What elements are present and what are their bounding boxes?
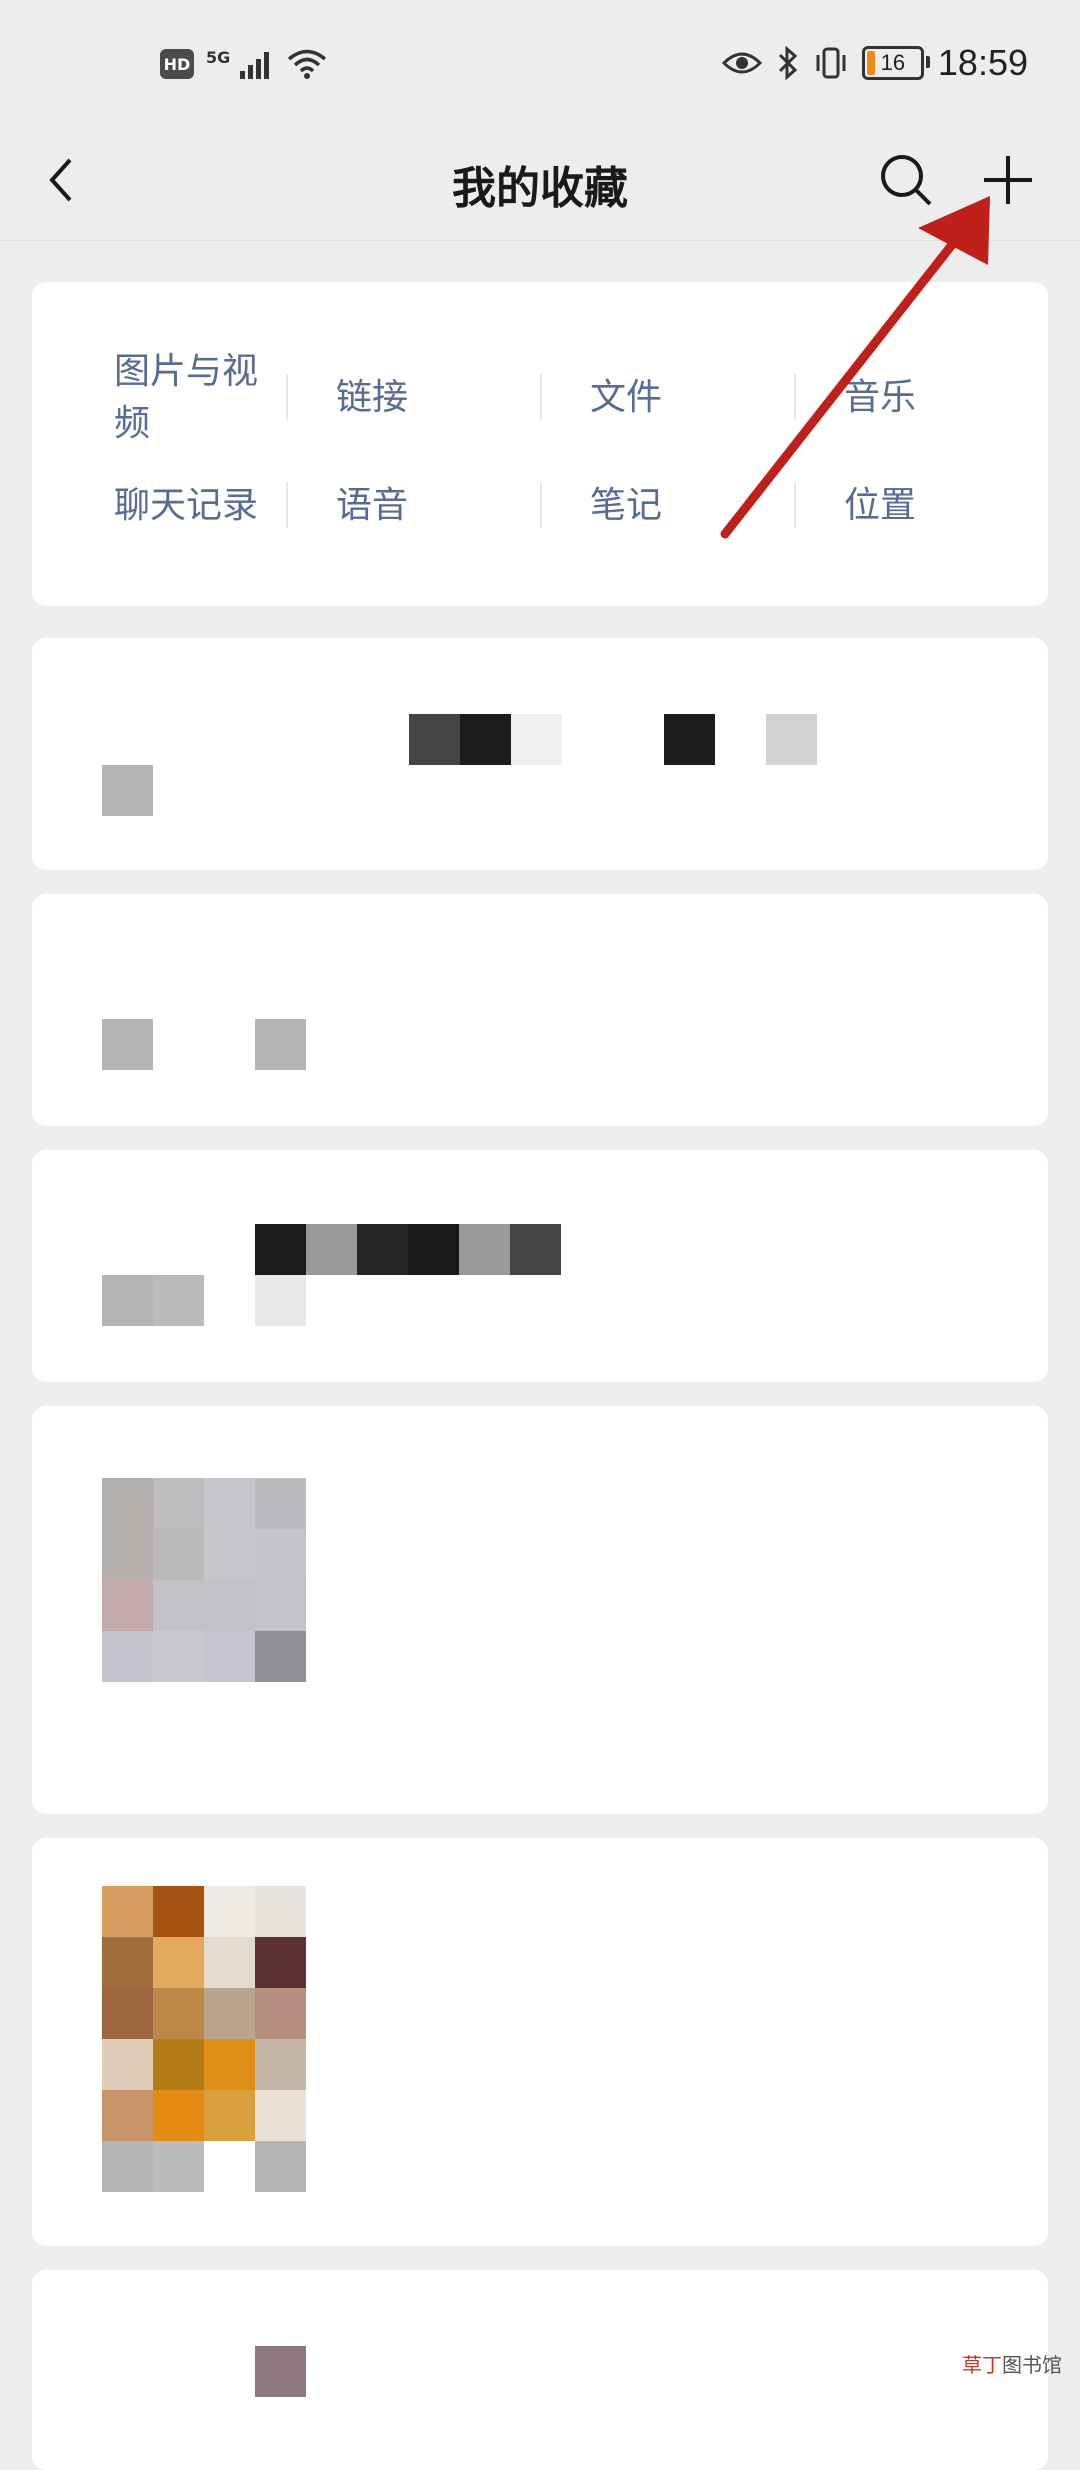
status-left: HD 5G xyxy=(160,48,328,80)
category-card: 图片与视频 链接 文件 音乐 聊天记录 语音 笔记 位置 xyxy=(32,282,1048,606)
category-row-1: 图片与视频 链接 文件 音乐 xyxy=(32,340,1048,448)
pixelated-content xyxy=(153,1275,204,1326)
pixelated-content xyxy=(255,1224,306,1275)
pixelated-content xyxy=(255,2346,306,2397)
pixelated-content xyxy=(357,1224,408,1275)
battery-indicator: 16 xyxy=(861,46,930,80)
pixelated-content xyxy=(409,714,460,765)
status-bar: HD 5G 16 18:59 xyxy=(0,0,1080,130)
clock: 18:59 xyxy=(937,42,1028,83)
pixelated-thumbnail xyxy=(102,1478,306,1682)
pixelated-content xyxy=(255,1019,306,1070)
status-right: 16 18:59 xyxy=(721,42,1028,84)
pixelated-content xyxy=(102,1019,153,1070)
eye-icon xyxy=(721,52,762,74)
category-chat-history[interactable]: 聊天记录 xyxy=(32,476,286,528)
plus-icon[interactable] xyxy=(976,148,1040,212)
pixelated-content xyxy=(460,714,511,765)
category-label: 音乐 xyxy=(844,377,917,418)
category-voice[interactable]: 语音 xyxy=(286,476,540,528)
pixelated-content xyxy=(306,1224,357,1275)
pixelated-content xyxy=(766,714,817,765)
category-label: 链接 xyxy=(336,377,409,418)
category-label: 语音 xyxy=(336,485,409,526)
vibrate-icon xyxy=(816,47,846,79)
bluetooth-icon xyxy=(778,46,798,80)
category-row-2: 聊天记录 语音 笔记 位置 xyxy=(32,448,1048,556)
pixelated-content xyxy=(102,765,153,816)
category-label: 位置 xyxy=(844,485,917,526)
network-type: 5G xyxy=(206,47,231,67)
favorite-item-6[interactable] xyxy=(32,2270,1048,2470)
pixelated-content xyxy=(510,1224,561,1275)
hd-badge: HD xyxy=(160,49,194,79)
nav-bar: 我的收藏 xyxy=(0,130,1080,241)
category-label: 图片与视频 xyxy=(114,351,259,444)
wifi-icon xyxy=(288,49,327,79)
category-grid: 图片与视频 链接 文件 音乐 聊天记录 语音 笔记 位置 xyxy=(32,340,1048,556)
category-links[interactable]: 链接 xyxy=(286,368,540,420)
category-files[interactable]: 文件 xyxy=(540,368,794,420)
favorite-item-3[interactable] xyxy=(32,1150,1048,1382)
category-label: 文件 xyxy=(590,377,663,418)
category-location[interactable]: 位置 xyxy=(794,476,1048,528)
watermark-part-1: 草丁 xyxy=(962,2353,1002,2377)
pixelated-thumbnail xyxy=(102,1886,306,2192)
category-music[interactable]: 音乐 xyxy=(794,368,1048,420)
pixelated-content xyxy=(102,1275,153,1326)
pixelated-content xyxy=(664,714,715,765)
pixelated-content xyxy=(408,1224,459,1275)
pixelated-content xyxy=(459,1224,510,1275)
category-photos-videos[interactable]: 图片与视频 xyxy=(32,342,286,446)
search-icon[interactable] xyxy=(876,150,936,210)
category-label: 聊天记录 xyxy=(114,485,259,526)
favorite-item-5[interactable] xyxy=(32,1838,1048,2246)
category-label: 笔记 xyxy=(590,485,663,526)
category-notes[interactable]: 笔记 xyxy=(540,476,794,528)
pixelated-content xyxy=(511,714,562,765)
favorite-item-4[interactable] xyxy=(32,1406,1048,1814)
battery-level: 16 xyxy=(880,50,906,75)
watermark: 草丁图书馆 xyxy=(962,2349,1062,2378)
watermark-part-2: 图书馆 xyxy=(1002,2353,1062,2377)
pixelated-content xyxy=(255,1275,306,1326)
favorite-item-2[interactable] xyxy=(32,894,1048,1126)
favorite-item-1[interactable] xyxy=(32,638,1048,870)
signal-icon xyxy=(240,52,270,79)
